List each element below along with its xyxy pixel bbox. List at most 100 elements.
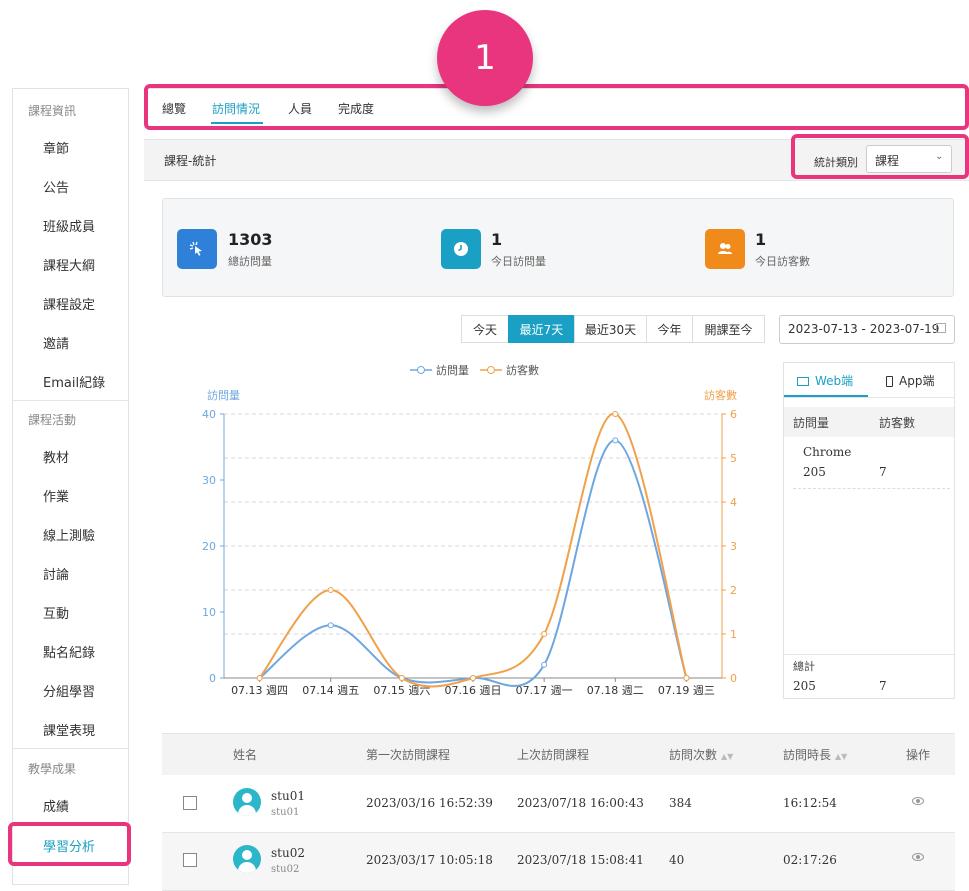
- total-visitors: 7: [879, 679, 887, 693]
- column-name: 姓名: [233, 748, 258, 762]
- today-visits-value: 1: [491, 230, 503, 249]
- tab-web-label: Web端: [815, 374, 854, 388]
- sidebar-item-course-settings[interactable]: 課程設定: [43, 294, 95, 313]
- data-point: [327, 622, 334, 629]
- highlight-tab-bar: [144, 84, 969, 130]
- visit-duration: 02:17:26: [783, 853, 837, 867]
- total-visits-label: 總訪問量: [228, 255, 272, 268]
- visits-line-chart: 訪問量 訪客數 訪問量 訪客數 0 10 20 30 40 0 1 2 3 4 5 6 07.13 週四…: [202, 363, 737, 697]
- date-range-input[interactable]: 2023-07-13 - 2023-07-19: [779, 315, 955, 344]
- sort-icon: ▲▼: [721, 752, 734, 761]
- data-point: [683, 675, 690, 681]
- today-visitors-label: 今日訪客數: [755, 255, 810, 268]
- sidebar-item-chapters[interactable]: 章節: [43, 138, 69, 157]
- sidebar-item-group-learning[interactable]: 分組學習: [43, 681, 95, 700]
- view-eye-icon[interactable]: [912, 797, 924, 805]
- sidebar-item-roll-call[interactable]: 點名紀錄: [43, 642, 95, 661]
- sidebar-item-discussion[interactable]: 討論: [43, 564, 69, 583]
- data-point: [612, 411, 619, 417]
- y-tick-label-left: 10: [202, 606, 216, 619]
- data-point: [541, 631, 548, 637]
- y-tick-label-left: 40: [202, 408, 216, 421]
- series-line-visitors: [258, 412, 688, 688]
- column-visit-count[interactable]: 訪問次數 ▲▼: [669, 746, 733, 763]
- range-7days-button[interactable]: 最近7天: [508, 315, 575, 343]
- sidebar-section-course-activities: 課程活動: [28, 413, 77, 427]
- data-point: [256, 675, 263, 681]
- side-total-divider: [784, 654, 954, 655]
- legend-dot-visits: [417, 366, 425, 374]
- sidebar-item-announcements[interactable]: 公告: [43, 177, 69, 196]
- mobile-icon: [886, 376, 893, 387]
- browser-name: Chrome: [803, 445, 852, 459]
- tab-web[interactable]: Web端: [797, 372, 853, 389]
- users-icon: [705, 229, 745, 269]
- clock-icon: [441, 229, 481, 269]
- sidebar-item-class-performance[interactable]: 課堂表現: [43, 720, 95, 739]
- side-col-visitors: 訪客數: [879, 416, 916, 430]
- total-visits-value: 1303: [228, 230, 273, 249]
- row-checkbox[interactable]: [183, 796, 197, 810]
- visit-duration: 16:12:54: [783, 796, 837, 810]
- first-visit-time: 2023/03/17 10:05:18: [366, 853, 493, 867]
- y-axis-label-right: 訪客數: [704, 388, 737, 402]
- y-tick-label-right: 4: [730, 496, 737, 509]
- student-account: stu02: [271, 864, 300, 875]
- sidebar-item-online-quiz[interactable]: 線上測驗: [43, 525, 95, 544]
- x-tick-label: 07.16 週日: [445, 684, 502, 697]
- data-point: [541, 661, 548, 668]
- student-account: stu01: [271, 807, 300, 818]
- y-tick-label-left: 0: [209, 672, 216, 685]
- date-range-value: 2023-07-13 - 2023-07-19: [788, 322, 940, 336]
- sidebar-item-interaction[interactable]: 互動: [43, 603, 69, 622]
- total-visits: 205: [793, 679, 816, 693]
- stats-summary: [162, 198, 954, 297]
- x-tick-label: 07.17 週一: [516, 684, 573, 697]
- x-tick-label: 07.19 週三: [658, 684, 715, 697]
- first-visit-time: 2023/03/16 16:52:39: [366, 796, 493, 810]
- chart-legend: 訪問量 訪客數: [410, 363, 539, 377]
- browser-visitors: 7: [879, 465, 887, 479]
- tab-app[interactable]: App端: [886, 372, 934, 389]
- sidebar-item-syllabus[interactable]: 課程大綱: [43, 255, 95, 274]
- row-checkbox[interactable]: [183, 853, 197, 867]
- data-point: [327, 587, 334, 593]
- column-visit-duration[interactable]: 訪問時長 ▲▼: [783, 746, 847, 763]
- y-tick-label-right: 0: [730, 672, 737, 685]
- column-visit-duration-label: 訪問時長: [783, 748, 832, 762]
- sidebar-item-invite[interactable]: 邀請: [43, 333, 69, 352]
- student-name: stu01: [271, 789, 305, 803]
- range-since-start-button[interactable]: 開課至今: [692, 315, 765, 343]
- y-tick-label-right: 3: [730, 540, 737, 553]
- sidebar-item-materials[interactable]: 教材: [43, 447, 69, 466]
- view-eye-icon[interactable]: [912, 853, 924, 861]
- data-point: [470, 675, 476, 681]
- calendar-icon: [936, 323, 946, 333]
- sidebar-section-teaching-results: 教學成果: [28, 762, 77, 776]
- visit-count: 384: [669, 796, 692, 810]
- panel-title: 課程-統計: [164, 154, 217, 168]
- highlight-filter: [791, 134, 969, 179]
- series-line-visits: [258, 439, 688, 687]
- sidebar-item-assignments[interactable]: 作業: [43, 486, 69, 505]
- legend-label-visitors: 訪客數: [506, 363, 539, 377]
- y-tick-label-right: 5: [730, 452, 737, 465]
- column-first-visit: 第一次訪問課程: [366, 748, 451, 762]
- avatar: [233, 845, 261, 873]
- sidebar-item-class-members[interactable]: 班級成員: [43, 216, 95, 235]
- data-point: [398, 675, 405, 681]
- sidebar-item-grades[interactable]: 成績: [43, 796, 69, 815]
- range-30days-button[interactable]: 最近30天: [574, 315, 647, 343]
- range-year-button[interactable]: 今年: [646, 315, 693, 343]
- range-today-button[interactable]: 今天: [461, 315, 509, 343]
- sort-icon: ▲▼: [835, 752, 848, 761]
- today-visitors-value: 1: [755, 230, 767, 249]
- pointer-click-icon: [177, 229, 217, 269]
- y-tick-label-left: 30: [202, 474, 216, 487]
- student-name: stu02: [271, 846, 305, 860]
- browser-visits: 205: [803, 465, 826, 479]
- data-point: [612, 437, 619, 444]
- step-badge: 1: [437, 10, 533, 106]
- avatar: [233, 788, 261, 816]
- sidebar-item-email-log[interactable]: Email紀錄: [43, 372, 105, 391]
